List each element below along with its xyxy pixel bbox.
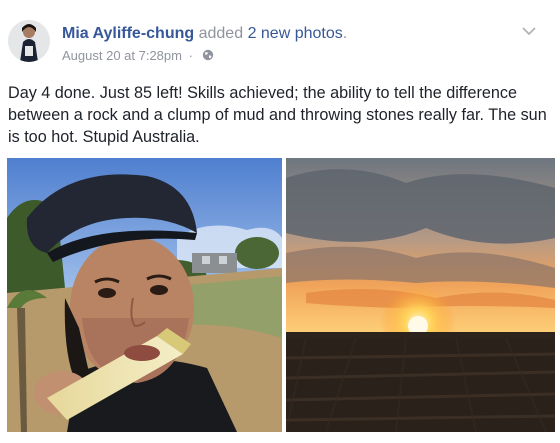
- post-header-line: Mia Ayliffe-chung added 2 new photos.: [62, 25, 347, 43]
- photo-selfie[interactable]: [7, 158, 282, 432]
- separator-dot: ·: [188, 48, 193, 63]
- globe-icon[interactable]: [202, 49, 214, 64]
- chevron-down-icon[interactable]: [520, 24, 538, 38]
- avatar[interactable]: [8, 20, 50, 62]
- facebook-post: Mia Ayliffe-chung added 2 new photos. Au…: [0, 0, 560, 443]
- action-suffix: .: [342, 25, 348, 42]
- photo-count-link[interactable]: 2 new photos: [248, 25, 343, 42]
- timestamp-link[interactable]: August 20 at 7:28pm: [62, 48, 182, 63]
- photo-sunset[interactable]: [286, 158, 555, 432]
- action-text: added: [198, 25, 244, 42]
- post-text: Day 4 done. Just 85 left! Skills achieve…: [8, 84, 547, 146]
- post-meta: August 20 at 7:28pm ·: [62, 48, 214, 64]
- author-name-link[interactable]: Mia Ayliffe-chung: [62, 25, 194, 42]
